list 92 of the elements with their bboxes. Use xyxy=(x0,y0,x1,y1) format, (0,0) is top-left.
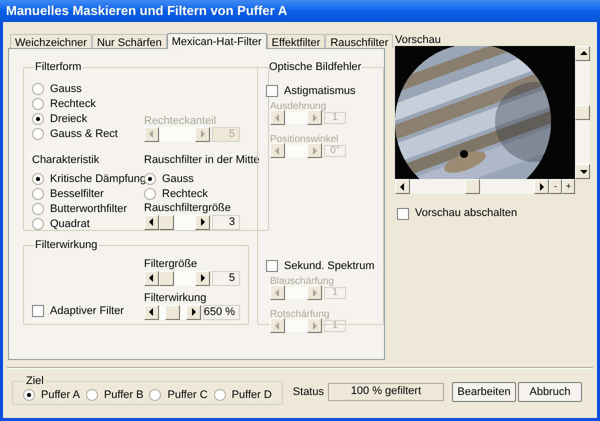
value-field[interactable]: 5 xyxy=(212,270,240,286)
left-arrow-icon xyxy=(398,180,407,192)
zoom-in-button[interactable]: + xyxy=(562,179,575,194)
right-arrow-icon xyxy=(537,180,546,192)
slider-right-button[interactable] xyxy=(195,270,210,286)
right-arrow-icon xyxy=(310,112,319,124)
scroll-down-button[interactable] xyxy=(575,164,590,179)
slider-right-button[interactable] xyxy=(186,304,201,320)
slider-right-button[interactable] xyxy=(195,214,210,230)
slider-right-button[interactable] xyxy=(307,110,322,125)
radio-option[interactable]: Rechteck xyxy=(144,186,260,202)
slider-thumb[interactable] xyxy=(165,304,180,320)
radio-option[interactable]: Rechteck xyxy=(32,96,144,112)
slider-label: Positionswinkel xyxy=(270,134,340,144)
left-arrow-icon xyxy=(273,320,282,332)
slider-label: Ausdehnung xyxy=(270,100,328,112)
tab[interactable]: Effektfilter xyxy=(266,34,326,48)
slider-right-button[interactable] xyxy=(307,318,322,333)
status-label: Status xyxy=(292,384,324,400)
slider-label: Blauschärfung xyxy=(270,276,335,286)
radio-option[interactable]: Gauss & Rect xyxy=(32,126,144,142)
value-field[interactable]: 650 % xyxy=(202,304,240,320)
right-arrow-icon xyxy=(310,144,319,156)
radio-option[interactable]: Dreieck xyxy=(32,112,144,126)
scrollbar-thumb[interactable] xyxy=(575,105,590,120)
radio-option[interactable]: Gauss xyxy=(32,82,144,96)
slider-label: Filterwirkung xyxy=(144,292,208,304)
group-title: Optische Bildfehler xyxy=(268,60,362,75)
right-arrow-icon xyxy=(198,216,207,228)
slider-right-button[interactable] xyxy=(307,285,322,300)
status-field: 100 % gefiltert xyxy=(328,383,444,401)
left-arrow-icon xyxy=(273,144,282,156)
checkbox-option[interactable]: Astigmatismus xyxy=(266,84,374,98)
radio-option[interactable]: Besselfilter xyxy=(32,186,144,202)
group-title: Filterwirkung xyxy=(34,238,98,253)
slider-left-button[interactable] xyxy=(270,318,285,333)
tab[interactable]: Nur Schärfen xyxy=(92,34,167,48)
horizontal-scrollbar[interactable] xyxy=(410,179,534,194)
slider-label: Rauschfiltergröße xyxy=(144,202,232,214)
scrollbar-thumb[interactable] xyxy=(464,179,480,194)
right-arrow-icon xyxy=(198,128,207,140)
left-arrow-icon xyxy=(273,112,282,124)
slider-left-button[interactable] xyxy=(144,270,159,286)
vertical-scrollbar[interactable] xyxy=(575,46,590,179)
radio-option[interactable]: Gauss xyxy=(144,172,260,186)
section-label: Rauschfilter in der Mitte xyxy=(144,152,260,168)
dialog-button[interactable]: Bearbeiten xyxy=(452,382,516,402)
tab[interactable]: Mexican-Hat-Filter xyxy=(166,33,267,49)
slider-label: Rotschärfung xyxy=(270,308,330,320)
slider-left-button[interactable] xyxy=(270,143,285,158)
right-arrow-icon xyxy=(198,272,207,284)
radio-option[interactable]: Puffer D xyxy=(214,388,272,402)
slider-left-button[interactable] xyxy=(144,126,159,142)
scroll-right-button[interactable] xyxy=(534,179,549,194)
radio-option[interactable]: Puffer A xyxy=(23,388,80,402)
scroll-left-button[interactable] xyxy=(395,179,410,194)
checkbox-option[interactable]: Adaptiver Filter xyxy=(32,304,144,318)
tab[interactable]: Weichzeichner xyxy=(10,34,92,48)
slider-right-button[interactable] xyxy=(195,126,210,142)
left-arrow-icon xyxy=(147,128,156,140)
left-arrow-icon xyxy=(273,286,282,298)
slider-left-button[interactable] xyxy=(144,214,159,230)
tab[interactable]: Rauschfilter xyxy=(325,34,394,48)
section-label: Charakteristik xyxy=(32,152,100,168)
right-arrow-icon xyxy=(310,320,319,332)
slider-left-button[interactable] xyxy=(270,285,285,300)
checkbox-option[interactable]: Vorschau abschalten xyxy=(397,206,590,221)
slider-left-button[interactable] xyxy=(144,304,159,320)
slider-right-button[interactable] xyxy=(307,143,322,158)
group-title: Ziel xyxy=(25,374,45,389)
right-arrow-icon xyxy=(310,286,319,298)
radio-option[interactable]: Puffer B xyxy=(86,388,144,402)
slider-thumb[interactable] xyxy=(159,270,174,286)
dialog-button[interactable]: Abbruch xyxy=(518,382,582,402)
slider-thumb[interactable] xyxy=(159,214,174,230)
slider-label: Rechteckanteil xyxy=(144,114,218,126)
left-arrow-icon xyxy=(147,272,156,284)
checkbox-option[interactable]: Sekund. Spektrum xyxy=(266,258,374,274)
radio-option[interactable]: Kritische Dämpfung xyxy=(32,172,144,186)
left-arrow-icon xyxy=(147,306,156,318)
preview-label: Vorschau xyxy=(395,33,442,46)
slider-left-button[interactable] xyxy=(270,110,285,125)
left-arrow-icon xyxy=(147,216,156,228)
radio-option[interactable]: Puffer C xyxy=(149,388,208,402)
radio-option[interactable]: Butterworthfilter xyxy=(32,202,144,216)
window-title: Manuelles Maskieren und Filtern von Puffer A xyxy=(6,2,288,20)
group-title: Filterform xyxy=(34,60,82,75)
value-field[interactable]: 3 xyxy=(212,214,240,230)
zoom-out-button[interactable]: - xyxy=(549,179,562,194)
scroll-up-button[interactable] xyxy=(575,46,590,61)
slider-label: Filtergröße xyxy=(144,258,198,270)
radio-option[interactable]: Quadrat xyxy=(32,216,144,232)
